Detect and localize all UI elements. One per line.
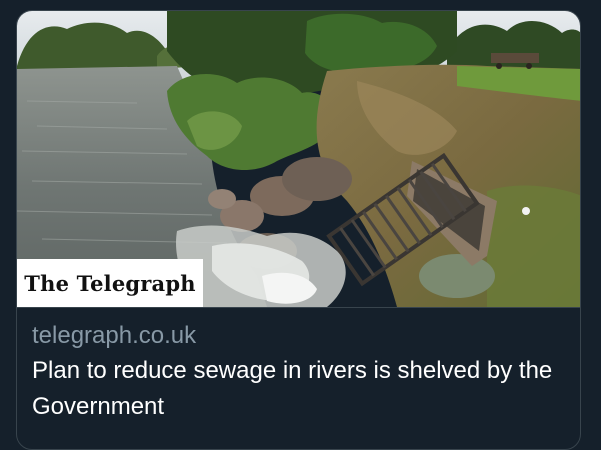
article-thumbnail[interactable]: The Telegraph: [17, 11, 580, 308]
publisher-logo-badge: The Telegraph: [17, 259, 203, 307]
link-preview-card[interactable]: The Telegraph telegraph.co.uk Plan to re…: [16, 10, 581, 450]
link-headline: Plan to reduce sewage in rivers is shelv…: [32, 357, 553, 420]
link-card-info[interactable]: telegraph.co.uk Plan to reduce sewage in…: [17, 308, 580, 425]
publisher-logo: The Telegraph: [24, 270, 196, 296]
link-domain: telegraph.co.uk: [32, 322, 197, 349]
